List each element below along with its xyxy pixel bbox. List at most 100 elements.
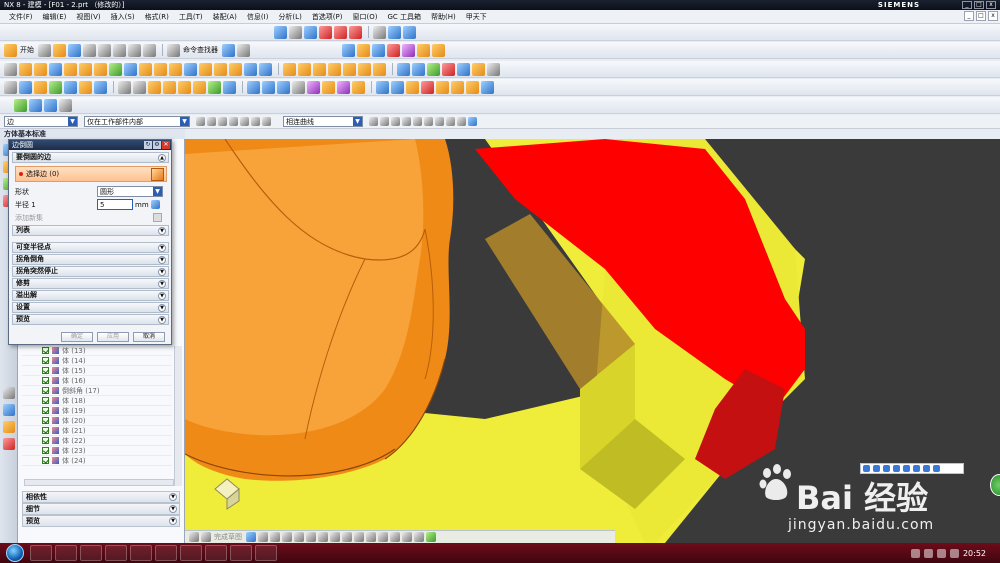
- through-curves-icon[interactable]: [397, 62, 410, 76]
- csys-icon[interactable]: [49, 80, 62, 94]
- redo-icon[interactable]: [143, 43, 156, 57]
- tree-row[interactable]: 体 (19): [22, 406, 172, 416]
- tray-flag-icon[interactable]: [936, 548, 946, 558]
- sketch-icon[interactable]: [189, 532, 199, 542]
- red-face-icon[interactable]: [319, 25, 332, 39]
- finish-sketch-icon[interactable]: [201, 532, 211, 542]
- mate-icon[interactable]: [387, 43, 400, 57]
- taskbar-app9-button[interactable]: [230, 545, 252, 561]
- tray-ime-icon[interactable]: [949, 548, 959, 558]
- palette-icon[interactable]: [3, 404, 15, 416]
- tree-row[interactable]: 体 (23): [22, 446, 172, 456]
- mold-icon[interactable]: [376, 80, 389, 94]
- paste-icon[interactable]: [113, 43, 126, 57]
- filter-icon[interactable]: [237, 43, 250, 57]
- preview-section[interactable]: 预览 ▼: [22, 515, 180, 527]
- point-tool-icon[interactable]: [342, 532, 352, 542]
- feature-select-icon[interactable]: [251, 117, 260, 126]
- menu-tools[interactable]: 工具(T): [174, 12, 208, 22]
- undo-icon[interactable]: [128, 43, 141, 57]
- snap-on-curve-icon[interactable]: [446, 117, 455, 126]
- rectangle-tool-icon[interactable]: [318, 532, 328, 542]
- snap-on-face-icon[interactable]: [457, 117, 466, 126]
- render-style-icon[interactable]: [289, 25, 302, 39]
- visibility-checkbox[interactable]: [42, 387, 49, 394]
- visibility-checkbox[interactable]: [42, 407, 49, 414]
- reuse-icon[interactable]: [208, 80, 221, 94]
- sew-icon[interactable]: [358, 62, 371, 76]
- menu-assembly[interactable]: 装配(A): [208, 12, 242, 22]
- constraint-tool-icon[interactable]: [402, 532, 412, 542]
- taskbar-browser-button[interactable]: [55, 545, 77, 561]
- extrude-icon[interactable]: [19, 62, 32, 76]
- unite-icon[interactable]: [139, 62, 152, 76]
- ruler-icon[interactable]: [432, 43, 445, 57]
- visibility-checkbox[interactable]: [42, 417, 49, 424]
- bridge-icon[interactable]: [442, 62, 455, 76]
- close-icon[interactable]: ✕: [162, 141, 170, 149]
- standard-parts-icon[interactable]: [481, 80, 494, 94]
- command-finder-button[interactable]: 命令查找器: [183, 45, 218, 55]
- hide-icon[interactable]: [29, 98, 42, 112]
- history-icon[interactable]: [3, 387, 15, 399]
- constraint-icon[interactable]: [372, 43, 385, 57]
- edge-blend-icon[interactable]: [184, 62, 197, 76]
- tray-network-icon[interactable]: [910, 548, 920, 558]
- clock[interactable]: 20:52: [963, 549, 986, 558]
- profile-icon[interactable]: [246, 532, 256, 542]
- settings-group[interactable]: 设置 ▼: [12, 302, 169, 313]
- tree-row[interactable]: 体 (20): [22, 416, 172, 426]
- doc-close-button[interactable]: x: [988, 11, 998, 21]
- split-body-icon[interactable]: [259, 62, 272, 76]
- menu-view[interactable]: 视图(V): [71, 12, 105, 22]
- close-button[interactable]: x: [986, 1, 996, 9]
- circle-tool-icon[interactable]: [282, 532, 292, 542]
- thicken-icon[interactable]: [343, 62, 356, 76]
- start-menu-button[interactable]: 开始: [20, 45, 34, 55]
- scope-select[interactable]: 仅在工作部件内部 ▼: [84, 116, 190, 127]
- resize-blend-icon[interactable]: [178, 80, 191, 94]
- replace-face-icon[interactable]: [163, 80, 176, 94]
- invert-icon[interactable]: [59, 98, 72, 112]
- mold-tools-icon[interactable]: [451, 80, 464, 94]
- tree-row[interactable]: 体 (22): [22, 436, 172, 446]
- snap-quadrant-icon[interactable]: [424, 117, 433, 126]
- swept-icon[interactable]: [412, 62, 425, 76]
- snap-intersect-icon[interactable]: [402, 117, 411, 126]
- menu-gc-toolkit[interactable]: GC 工具箱: [382, 12, 426, 22]
- menu-info[interactable]: 信息(I): [242, 12, 274, 22]
- offset-region-icon[interactable]: [148, 80, 161, 94]
- cancel-button[interactable]: 取消: [133, 332, 165, 342]
- preview-group[interactable]: 预览 ▼: [12, 314, 169, 325]
- tree-vertical-scrollbar[interactable]: [174, 346, 182, 486]
- pocket-icon[interactable]: [79, 62, 92, 76]
- maximize-button[interactable]: □: [974, 1, 984, 9]
- visibility-checkbox[interactable]: [42, 357, 49, 364]
- body-select-icon[interactable]: [262, 117, 271, 126]
- shape-select[interactable]: 圆形 ▼: [97, 186, 163, 197]
- offset-curve-icon[interactable]: [354, 532, 364, 542]
- snap-icon[interactable]: [196, 117, 205, 126]
- taskbar-app7-button[interactable]: [180, 545, 202, 561]
- menu-file[interactable]: 文件(F): [4, 12, 38, 22]
- subtract-icon[interactable]: [154, 62, 167, 76]
- add-set-icon[interactable]: [153, 213, 162, 222]
- radius-options-icon[interactable]: [151, 200, 160, 209]
- tree-row[interactable]: 体 (18): [22, 396, 172, 406]
- menu-window[interactable]: 窗口(O): [348, 12, 383, 22]
- mold-base-icon[interactable]: [466, 80, 479, 94]
- menu-jiatianxia[interactable]: 甲天下: [461, 12, 492, 22]
- explode-icon[interactable]: [417, 43, 430, 57]
- arc-tool-icon[interactable]: [270, 532, 280, 542]
- doc-minimize-button[interactable]: _: [964, 11, 974, 21]
- datum-plane-icon[interactable]: [19, 80, 32, 94]
- tools-icon[interactable]: [222, 43, 235, 57]
- snap-body-icon[interactable]: [468, 117, 477, 126]
- measure-icon[interactable]: [247, 80, 260, 94]
- pull-face-icon[interactable]: [133, 80, 146, 94]
- visibility-checkbox[interactable]: [42, 447, 49, 454]
- visibility-checkbox[interactable]: [42, 347, 49, 354]
- visibility-checkbox[interactable]: [42, 377, 49, 384]
- face-analysis-icon[interactable]: [307, 80, 320, 94]
- menu-format[interactable]: 格式(R): [140, 12, 174, 22]
